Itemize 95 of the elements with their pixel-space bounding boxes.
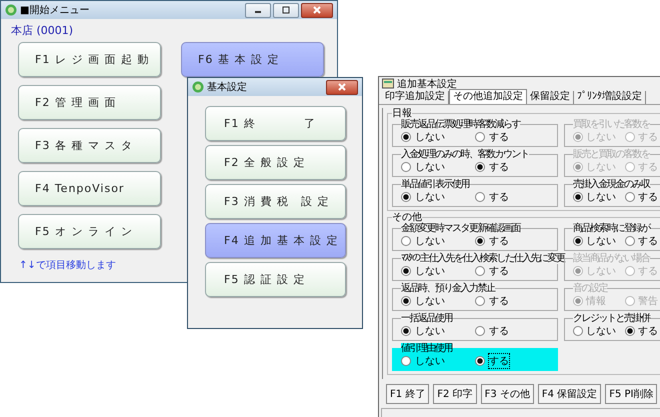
maximize-button[interactable] [273, 2, 299, 18]
window-title: 追加基本設定 [397, 78, 457, 90]
group-title: クレジットと売掛併 [573, 313, 650, 324]
radio-button[interactable] [475, 162, 485, 172]
hint-text: ↑↓で項目移動します [18, 259, 117, 272]
window-title: ■開始メニュー [20, 4, 90, 17]
radio-label[interactable]: する [489, 190, 509, 204]
radio-button[interactable] [475, 266, 485, 276]
group-title: 該当商品がない場合 [573, 253, 650, 264]
radio-button[interactable] [625, 326, 635, 336]
function-button[interactable]: F3 その他 [480, 384, 534, 404]
group-title: 入金処理のみの時、客数カウント [401, 149, 528, 160]
radio-button[interactable] [401, 192, 411, 202]
close-icon [337, 83, 347, 91]
radio-button[interactable] [573, 236, 583, 246]
function-button[interactable]: F4 保留設定 [538, 384, 602, 404]
radio-button[interactable] [401, 132, 411, 142]
radio-button[interactable] [475, 296, 485, 306]
radio-label[interactable]: しない [415, 234, 445, 248]
close-button[interactable] [326, 80, 358, 94]
close-button[interactable] [301, 2, 333, 18]
radio-label[interactable]: しない [586, 190, 616, 204]
menu-button[interactable]: F1 終 了 [205, 106, 346, 141]
radio-button[interactable] [401, 356, 411, 366]
menu-button[interactable]: F6 基 本 設 定 [181, 42, 324, 77]
maximize-icon [281, 6, 291, 14]
radio-label[interactable]: する [489, 160, 509, 174]
menu-button[interactable]: F5 認 証 設 定 [205, 262, 346, 297]
group-title: 販売と買取の客数を [573, 149, 650, 160]
radio-label[interactable]: する [489, 294, 509, 308]
radio-button[interactable] [401, 236, 411, 246]
radio-label[interactable]: しない [586, 324, 616, 338]
radio-button[interactable] [401, 296, 411, 306]
radio-label[interactable]: しない [415, 160, 445, 174]
radio-label[interactable]: しない [415, 324, 445, 338]
app-icon [5, 4, 17, 16]
group-title: 一括返品使用 [401, 313, 452, 324]
menu-button[interactable]: F1 レ ジ 画 面 起 動 [18, 42, 161, 77]
radio-button[interactable] [573, 192, 583, 202]
menu-button[interactable]: F2 管 理 画 面 [18, 85, 161, 120]
section-title: その他 [392, 212, 422, 223]
close-icon [312, 6, 322, 14]
app-icon [192, 81, 204, 93]
menu-button[interactable]: F4 追 加 基 本 設 定 [205, 223, 346, 258]
radio-label[interactable]: しない [415, 354, 445, 368]
tab[interactable]: 保留設定 [527, 91, 574, 104]
app-icon [382, 78, 394, 90]
radio-label[interactable]: しない [415, 190, 445, 204]
group-title: 買取を引いた客数を [573, 119, 650, 130]
menu-button[interactable]: F4 TenpoVisor [18, 171, 161, 206]
radio-button[interactable] [401, 162, 411, 172]
group-title: ﾏｽﾀの主仕入先を仕入検索した仕入先に変更 [401, 253, 564, 264]
radio-label[interactable]: する [638, 190, 658, 204]
radio-label[interactable]: する [489, 264, 509, 278]
radio-button[interactable] [573, 326, 583, 336]
radio-label[interactable]: する [489, 324, 509, 338]
menu-button[interactable]: F3 各 種 マ ス タ [18, 128, 161, 163]
radio-button[interactable] [475, 326, 485, 336]
radio-label[interactable]: する [638, 234, 658, 248]
radio-label[interactable]: する [638, 324, 658, 338]
radio-label[interactable]: する [489, 354, 509, 368]
radio-button[interactable] [475, 132, 485, 142]
radio-label[interactable]: しない [415, 294, 445, 308]
radio-label[interactable]: しない [586, 234, 616, 248]
function-button[interactable]: F5 PI削除 [605, 384, 658, 404]
group-title: 値引理由使用 [401, 343, 452, 354]
group-title: 売掛入金現金のみ収 [573, 179, 650, 190]
group-title: 音の設定 [573, 283, 607, 294]
radio-label[interactable]: する [489, 130, 509, 144]
group-title: 商品検索時に登録が [573, 223, 650, 234]
radio-button[interactable] [625, 236, 635, 246]
store-label: 本店 (0001) [10, 23, 74, 36]
function-button[interactable]: F1 終了 [386, 384, 430, 404]
minimize-button[interactable] [245, 2, 271, 18]
group-title: 返品時、預り金入力禁止 [401, 283, 494, 294]
function-button[interactable]: F2 印字 [433, 384, 477, 404]
section-title: 日報 [392, 108, 412, 119]
radio-label[interactable]: しない [415, 130, 445, 144]
radio-label[interactable]: する [489, 234, 509, 248]
group-title: 販売返品伝票処理時客数減らす [401, 119, 520, 130]
radio-label[interactable]: しない [415, 264, 445, 278]
radio-button[interactable] [475, 192, 485, 202]
radio-button[interactable] [625, 192, 635, 202]
radio-button[interactable] [401, 266, 411, 276]
tab[interactable]: ﾌﾟﾘﾝﾀ増設設定 [574, 91, 646, 104]
menu-button[interactable]: F3 消 費 税 設 定 [205, 184, 346, 219]
radio-button[interactable] [475, 356, 485, 366]
menu-button[interactable]: F5 オ ン ラ イ ン [18, 214, 161, 249]
menu-button[interactable]: F2 全 般 設 定 [205, 145, 346, 180]
radio-button[interactable] [401, 326, 411, 336]
group-title: 金額変更時マスタ更新確認画面 [401, 223, 520, 234]
radio-button[interactable] [475, 236, 485, 246]
tab[interactable]: その他追加設定 [449, 89, 527, 104]
group-title: 単品値引表示使用 [401, 179, 469, 190]
window-title: 基本設定 [207, 80, 247, 94]
